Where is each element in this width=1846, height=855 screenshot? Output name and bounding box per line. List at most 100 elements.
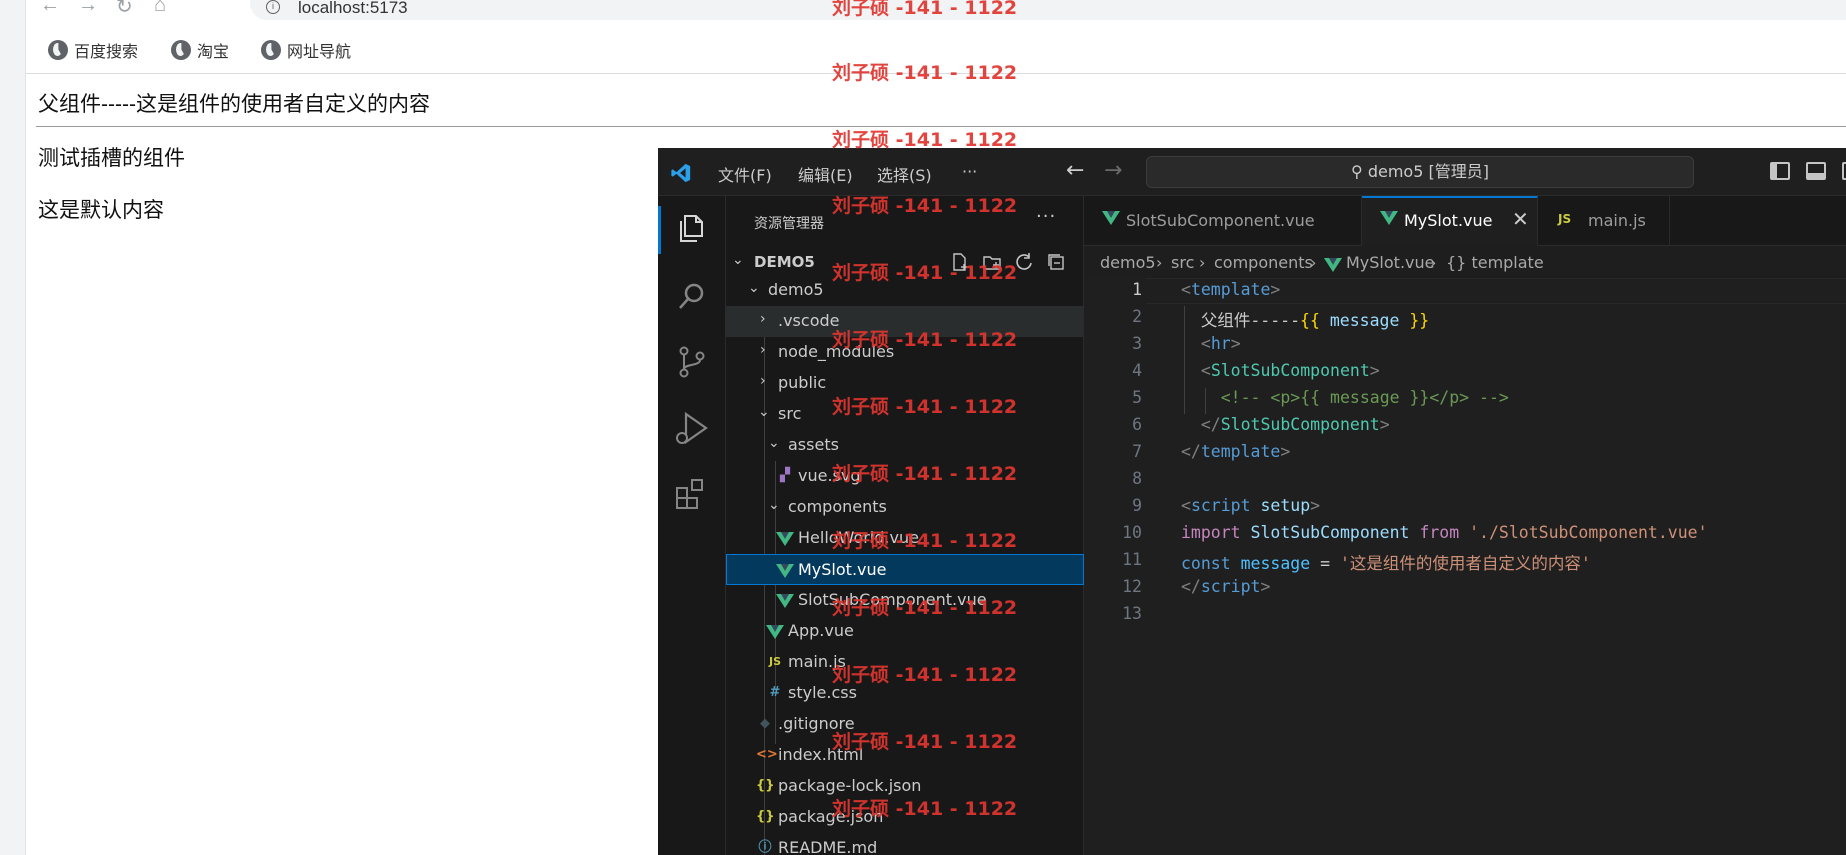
breadcrumb-item[interactable]: demo5 (1100, 253, 1156, 272)
watermark-text: 刘子硕 -141 - 1122 (832, 262, 1018, 284)
line-number: 3 (1132, 334, 1142, 353)
back-arrow-icon[interactable]: ← (1066, 158, 1084, 183)
tree-file-app-vue[interactable]: App.vue (726, 616, 1084, 647)
line-number: 5 (1132, 388, 1142, 407)
code-line: </SlotSubComponent> (1200, 415, 1390, 434)
home-icon[interactable]: ⌂ (154, 0, 166, 17)
menu-more[interactable]: ··· (962, 162, 977, 181)
chevron-down-icon: ⌄ (768, 435, 780, 451)
tree-label: src (778, 404, 802, 423)
chevron-down-icon: ⌄ (758, 404, 770, 420)
tree-folder-components[interactable]: ⌄ components (726, 492, 1084, 523)
slot-component-title: 测试插槽的组件 (38, 147, 185, 170)
chevron-right-icon: › (1310, 253, 1317, 272)
bookmark-taobao[interactable]: 淘宝 (171, 38, 229, 62)
info-file-icon: ⓘ (758, 840, 772, 855)
line-number: 7 (1132, 442, 1142, 461)
vue-file-icon (776, 594, 794, 608)
reload-icon[interactable]: ↻ (116, 0, 133, 19)
project-name: DEMO5 (754, 253, 815, 271)
editor-tabs: SlotSubComponent.vue MySlot.vue ✕ JS mai… (1084, 196, 1846, 246)
watermark-text: 刘子硕 -141 - 1122 (832, 0, 1018, 19)
vue-file-icon (766, 625, 784, 639)
code-line: <template> (1181, 280, 1281, 299)
site-info-icon[interactable]: i (266, 0, 280, 14)
code-line: <!-- <p>{{ message }}</p> --> (1220, 388, 1509, 407)
menu-edit[interactable]: 编辑(E) (798, 162, 853, 186)
breadcrumb-item[interactable]: components (1214, 253, 1313, 272)
toggle-sidebar-icon[interactable] (1770, 162, 1790, 180)
chevron-right-icon: › (760, 311, 766, 327)
breadcrumb-item[interactable]: {} template (1446, 253, 1544, 272)
toggle-panel-icon[interactable] (1806, 162, 1826, 180)
vscode-logo-icon (671, 163, 691, 183)
tree-label: MySlot.vue (798, 560, 887, 579)
watermark-text: 刘子硕 -141 - 1122 (832, 463, 1018, 485)
tab-main-js[interactable]: JS main.js (1538, 196, 1670, 246)
tree-label: README.md (778, 838, 878, 855)
svg-file-icon: ▞ (780, 468, 790, 483)
browser-side-strip (0, 0, 26, 855)
code-line: <SlotSubComponent> (1200, 361, 1380, 380)
tab-myslot[interactable]: MySlot.vue ✕ (1362, 196, 1538, 246)
chevron-right-icon: › (1199, 253, 1206, 272)
bookmark-nav[interactable]: 网址导航 (261, 38, 351, 62)
bookmark-baidu[interactable]: 百度搜索 (48, 38, 138, 62)
menu-selection[interactable]: 选择(S) (877, 162, 932, 186)
source-control-icon[interactable] (672, 342, 712, 382)
bookmark-label: 百度搜索 (74, 44, 139, 61)
globe-icon (171, 40, 191, 60)
explorer-title: 资源管理器 (754, 216, 824, 232)
code-editor[interactable]: 1 2 3 4 5 6 7 8 9 10 11 12 13 <template>… (1084, 278, 1846, 855)
breadcrumb-item[interactable]: MySlot.vue (1346, 253, 1434, 272)
watermark-text: 刘子硕 -141 - 1122 (832, 597, 1018, 619)
bookmark-label: 淘宝 (197, 44, 230, 61)
breadcrumb-item[interactable]: src (1171, 253, 1194, 272)
back-arrow-icon[interactable]: ← (40, 0, 60, 17)
watermark-text: 刘子硕 -141 - 1122 (832, 195, 1018, 217)
forward-arrow-icon[interactable]: → (1104, 158, 1122, 183)
collapse-all-icon[interactable] (1046, 252, 1066, 272)
code-line: <script setup> (1181, 496, 1321, 515)
watermark-text: 刘子硕 -141 - 1122 (832, 664, 1018, 686)
chevron-right-icon: › (760, 342, 766, 358)
explorer-icon[interactable] (672, 208, 712, 248)
js-file-icon: JS (768, 655, 781, 668)
menu-file[interactable]: 文件(F) (718, 162, 772, 186)
close-icon[interactable]: ✕ (1512, 207, 1529, 231)
tree-label: assets (788, 435, 839, 454)
watermark-text: 刘子硕 -141 - 1122 (832, 731, 1018, 753)
tree-label: public (778, 373, 827, 392)
tab-label: main.js (1588, 211, 1646, 230)
toggle-secondary-sidebar-icon[interactable] (1842, 162, 1846, 180)
vue-file-icon (776, 532, 794, 546)
line-number: 2 (1132, 307, 1142, 326)
line-number: 1 (1132, 280, 1142, 299)
activity-bar (658, 196, 726, 855)
chevron-down-icon: ⌄ (732, 252, 744, 268)
line-number: 9 (1132, 496, 1142, 515)
watermark-text: 刘子硕 -141 - 1122 (832, 62, 1018, 84)
tree-file-readme[interactable]: ⓘ README.md (726, 833, 1084, 855)
chevron-right-icon: › (1430, 253, 1437, 272)
address-bar[interactable]: i localhost:5173 (250, 0, 1846, 20)
code-line: const message = '这是组件的使用者自定义的内容' (1181, 554, 1591, 573)
js-file-icon: JS (1558, 212, 1572, 226)
forward-arrow-icon[interactable]: → (78, 0, 98, 17)
vue-file-icon (776, 564, 794, 578)
tab-slotsubcomponent[interactable]: SlotSubComponent.vue (1084, 196, 1362, 246)
vue-file-icon (1324, 258, 1342, 272)
run-debug-icon[interactable] (672, 408, 712, 448)
search-icon[interactable] (672, 276, 712, 316)
tree-label: demo5 (768, 280, 824, 299)
extensions-icon[interactable] (672, 474, 712, 514)
tree-folder-assets[interactable]: ⌄ assets (726, 430, 1084, 461)
tree-file-myslot[interactable]: MySlot.vue (726, 554, 1084, 585)
search-icon: ⚲ (1351, 162, 1368, 181)
address-url: localhost:5173 (298, 0, 408, 17)
html-file-icon: <> (756, 747, 778, 762)
command-center[interactable]: ⚲ demo5 [管理员] (1146, 156, 1694, 188)
line-number: 4 (1132, 361, 1142, 380)
explorer-more-button[interactable]: ··· (1036, 206, 1056, 227)
watermark-text: 刘子硕 -141 - 1122 (832, 798, 1018, 820)
